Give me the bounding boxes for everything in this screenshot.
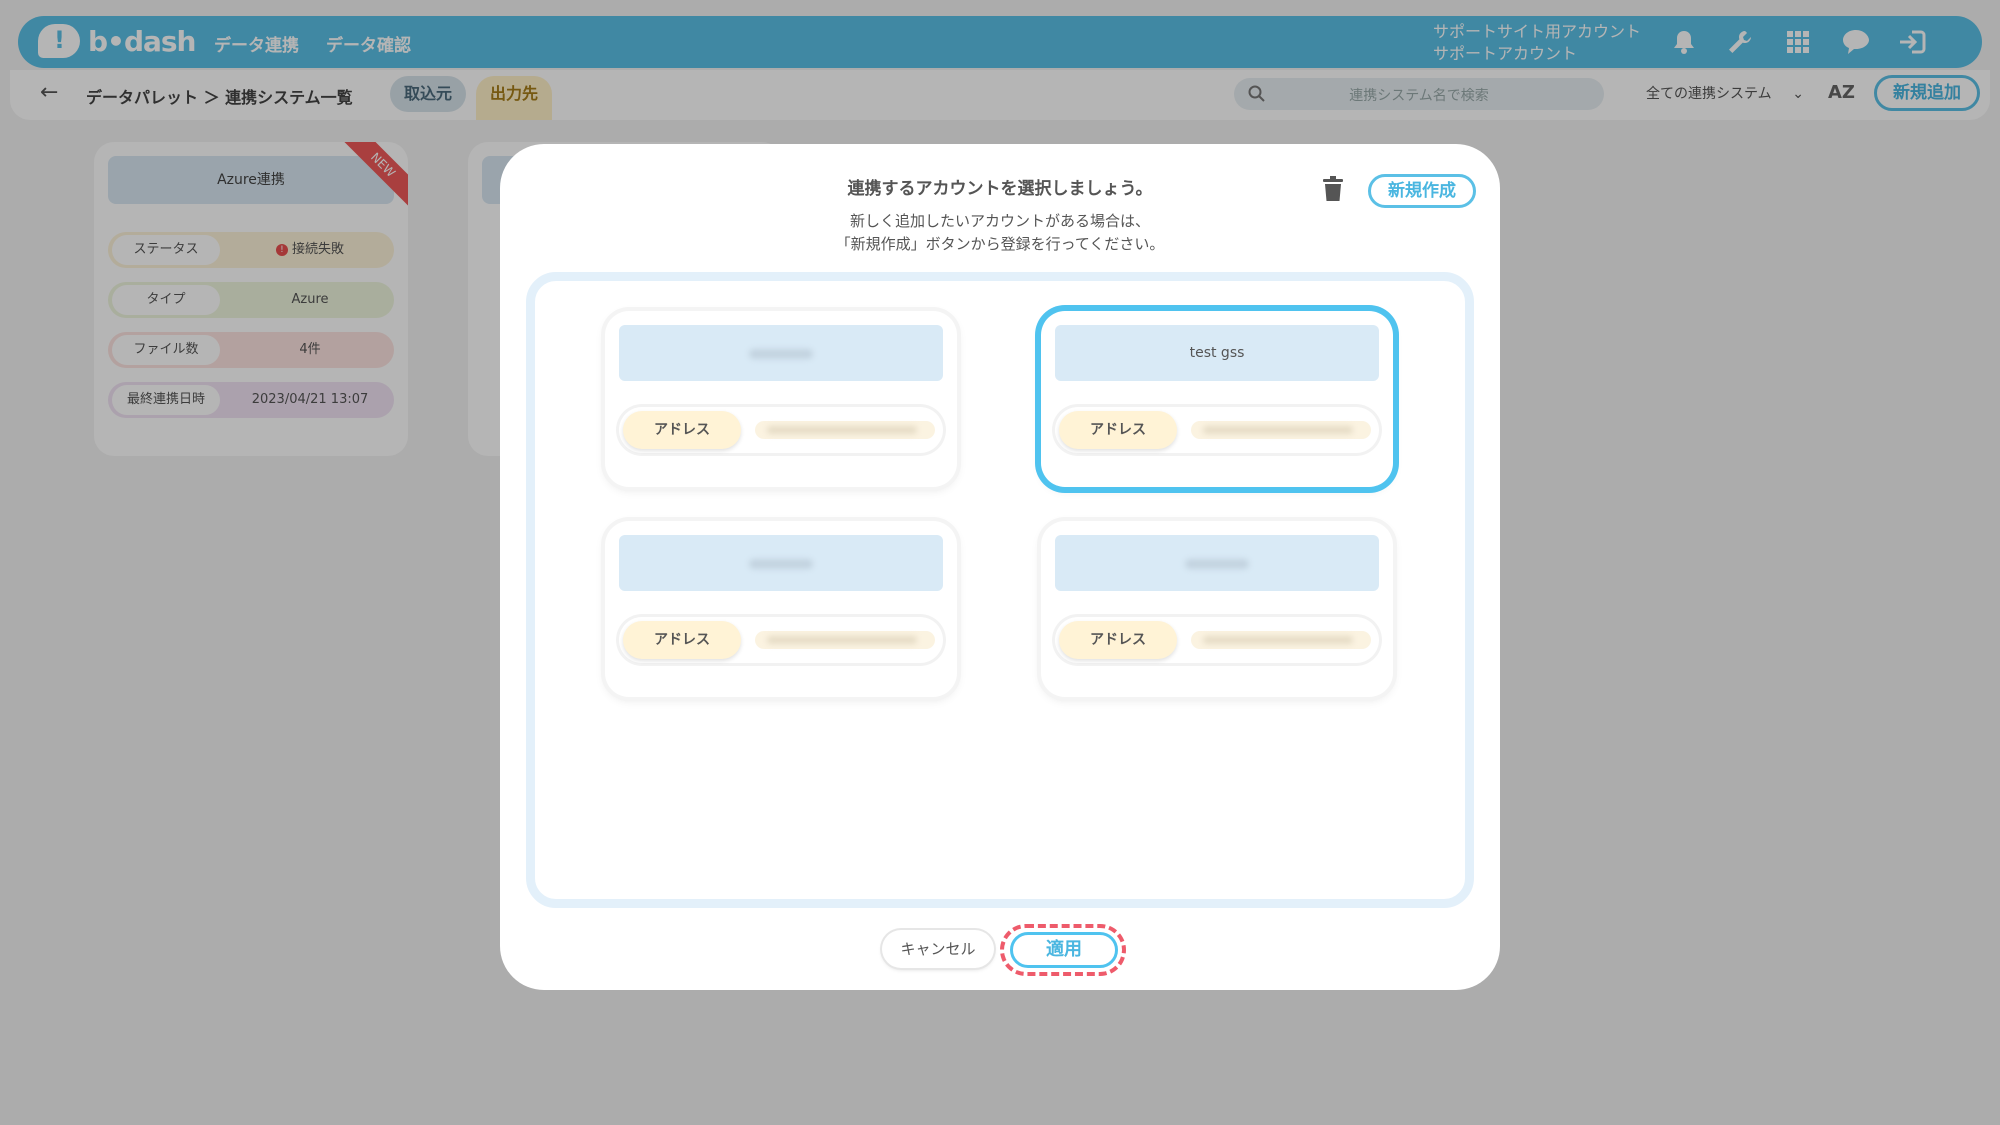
- account-name: [1055, 535, 1379, 591]
- account-card[interactable]: アドレス: [605, 521, 957, 697]
- address-value-redacted: [755, 421, 935, 439]
- apply-highlight: 適用: [1000, 924, 1126, 976]
- address-label: アドレス: [1059, 621, 1177, 659]
- modal-description-1: 新しく追加したいアカウントがある場合は、: [849, 212, 1150, 230]
- account-select-modal: 連携するアカウントを選択しましょう。 新しく追加したいアカウントがある場合は、 …: [500, 144, 1500, 990]
- trash-icon[interactable]: [1322, 176, 1344, 206]
- address-row: アドレス: [1055, 617, 1379, 663]
- create-new-account-button[interactable]: 新規作成: [1368, 174, 1476, 208]
- modal-description-2: 「新規作成」ボタンから登録を行ってください。: [835, 235, 1165, 253]
- address-row: アドレス: [1055, 407, 1379, 453]
- modal-title: 連携するアカウントを選択しましょう。: [847, 179, 1153, 199]
- account-name: [619, 535, 943, 591]
- account-list: アドレス test gss アドレス アドレス アドレス: [526, 272, 1474, 908]
- account-card-selected[interactable]: test gss アドレス: [1041, 311, 1393, 487]
- address-value-redacted: [1191, 631, 1371, 649]
- account-card[interactable]: アドレス: [1041, 521, 1393, 697]
- account-name: [619, 325, 943, 381]
- account-name: test gss: [1055, 325, 1379, 381]
- address-row: アドレス: [619, 617, 943, 663]
- address-label: アドレス: [1059, 411, 1177, 449]
- address-label: アドレス: [623, 411, 741, 449]
- address-value-redacted: [755, 631, 935, 649]
- apply-button[interactable]: 適用: [1010, 932, 1118, 968]
- address-value-redacted: [1191, 421, 1371, 439]
- address-label: アドレス: [623, 621, 741, 659]
- account-card[interactable]: アドレス: [605, 311, 957, 487]
- address-row: アドレス: [619, 407, 943, 453]
- cancel-button[interactable]: キャンセル: [882, 930, 994, 968]
